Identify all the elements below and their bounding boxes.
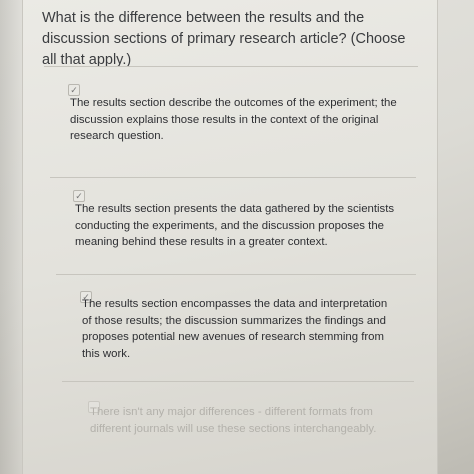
- answer-option-3-label: The results section encompasses the data…: [82, 298, 388, 360]
- question-text: What is the difference between the resul…: [42, 10, 406, 68]
- answer-option-1-label: The results section describe the outcome…: [70, 97, 397, 142]
- divider: [44, 66, 418, 67]
- answer-option-4-label: There isn't any major differences - diff…: [90, 406, 377, 435]
- divider: [56, 274, 416, 275]
- divider: [62, 381, 414, 382]
- divider: [50, 177, 416, 178]
- screen: What is the difference between the resul…: [0, 0, 474, 474]
- answer-option-2-label: The results section presents the data ga…: [75, 203, 395, 248]
- screen-edge-shadow: [0, 0, 22, 474]
